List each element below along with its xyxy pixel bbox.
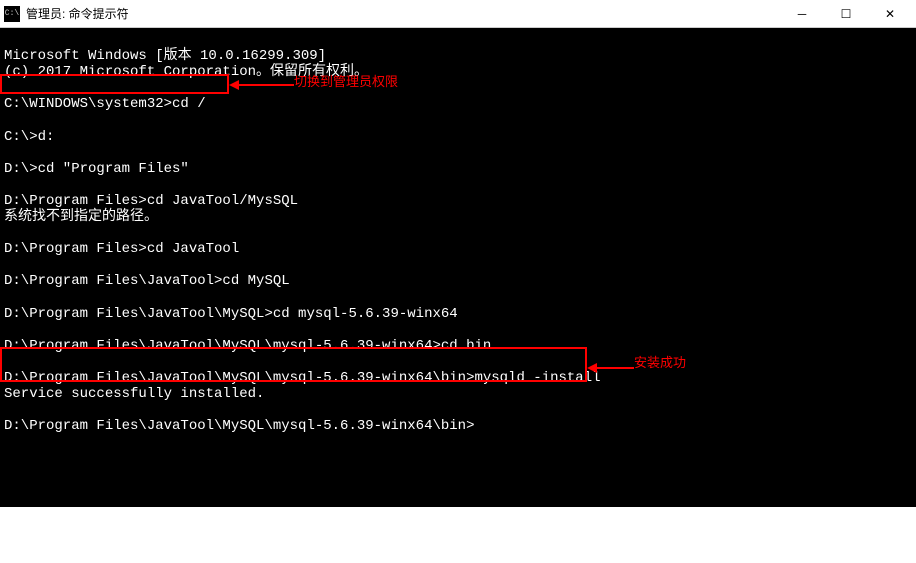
cmd-line: D:\Program Files\JavaTool\MySQL>cd mysql… — [4, 306, 458, 322]
window-title: 管理员: 命令提示符 — [26, 5, 780, 22]
cmd-line: D:\>cd "Program Files" — [4, 161, 189, 177]
annotation-install: 安装成功 — [634, 356, 686, 371]
terminal-area[interactable]: Microsoft Windows [版本 10.0.16299.309] (c… — [0, 28, 916, 507]
cmd-line: D:\Program Files\JavaTool\MySQL\mysql-5.… — [4, 370, 601, 386]
title-bar: C:\ 管理员: 命令提示符 ─ ☐ ✕ — [0, 0, 916, 28]
cmd-line: C:\WINDOWS\system32>cd / — [4, 96, 206, 112]
window-controls: ─ ☐ ✕ — [780, 0, 912, 28]
error-line: 系统找不到指定的路径。 — [4, 209, 158, 225]
version-line: Microsoft Windows [版本 10.0.16299.309] — [4, 48, 326, 64]
prompt-line: D:\Program Files\JavaTool\MySQL\mysql-5.… — [4, 418, 474, 434]
cmd-line: C:\>d: — [4, 129, 54, 145]
cmd-line: D:\Program Files>cd JavaTool — [4, 241, 239, 257]
annotation-admin: 切换到管理员权限 — [294, 75, 398, 90]
cmd-icon: C:\ — [4, 6, 20, 22]
minimize-button[interactable]: ─ — [780, 0, 824, 28]
cmd-line: D:\Program Files>cd JavaTool/MysSQL — [4, 193, 298, 209]
cmd-line: D:\Program Files\JavaTool>cd MySQL — [4, 273, 290, 289]
cmd-line: D:\Program Files\JavaTool\MySQL\mysql-5.… — [4, 338, 491, 354]
output-line: Service successfully installed. — [4, 386, 264, 402]
maximize-button[interactable]: ☐ — [824, 0, 868, 28]
close-button[interactable]: ✕ — [868, 0, 912, 28]
arrow-admin — [229, 80, 294, 90]
